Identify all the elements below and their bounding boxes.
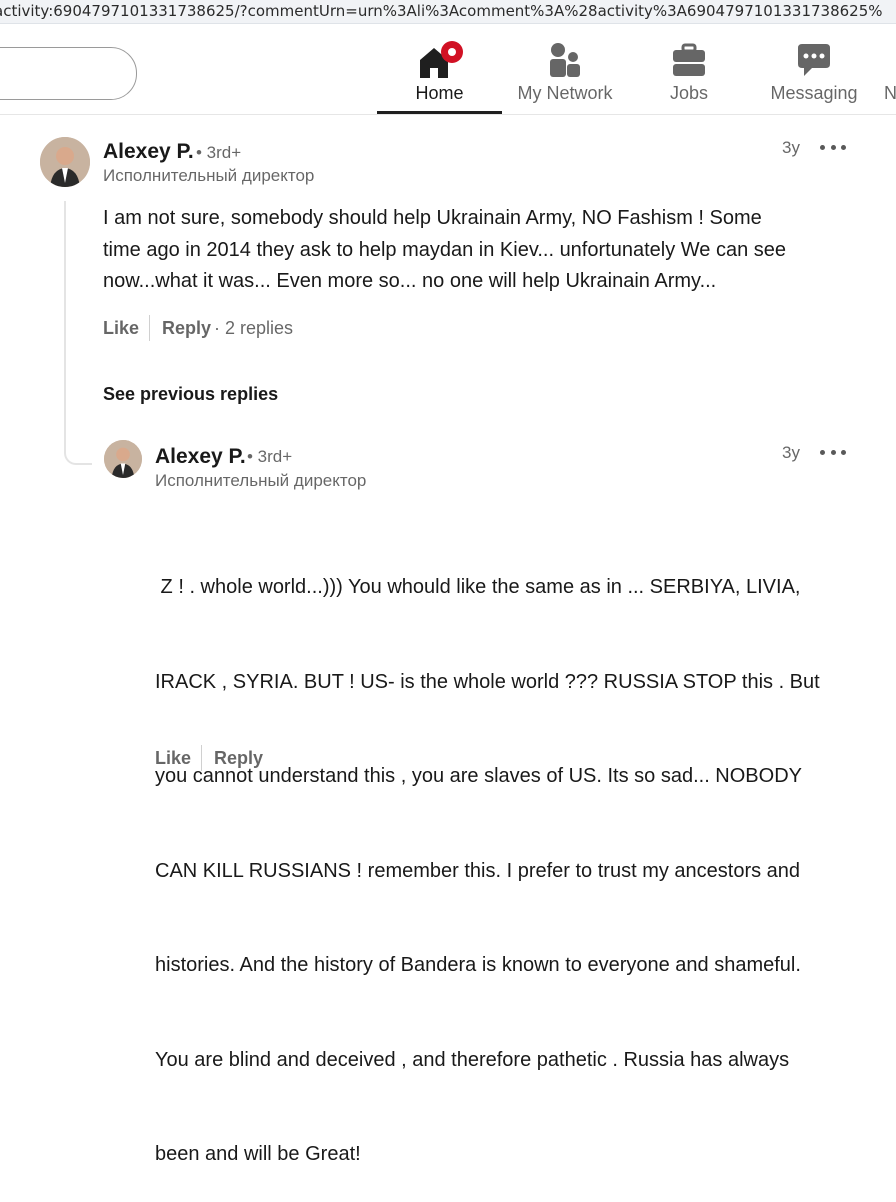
reply-line: Z ! . whole world...))) You whould like … xyxy=(155,576,801,598)
comment-author[interactable]: Alexey P. xyxy=(103,140,194,164)
comment-line: now...what it was... Even more so... no … xyxy=(103,270,717,292)
reply-like-button[interactable]: Like xyxy=(155,748,191,769)
nav-overflow[interactable]: N xyxy=(884,83,896,104)
comment-age: 3y xyxy=(782,138,800,157)
messaging-icon xyxy=(794,40,834,85)
reply-author[interactable]: Alexey P. xyxy=(155,445,246,469)
connection-degree: • 3rd+ xyxy=(196,143,242,162)
reply-text: Z ! . whole world...))) You whould like … xyxy=(155,509,875,1202)
nav-messaging[interactable]: Messaging xyxy=(752,36,876,114)
url-text: activity:6904797101331738625/?commentUrn… xyxy=(0,2,883,20)
reply-line: IRACK , SYRIA. BUT ! US- is the whole wo… xyxy=(155,670,820,693)
comment-text: I am not sure, somebody should help Ukra… xyxy=(103,203,873,298)
see-previous-replies-button[interactable]: See previous replies xyxy=(103,384,278,405)
network-icon xyxy=(545,40,585,85)
reply-reply-button[interactable]: Reply xyxy=(214,748,263,769)
active-indicator xyxy=(377,111,502,114)
reply-line: You are blind and deceived , and therefo… xyxy=(155,1048,790,1071)
briefcase-icon xyxy=(669,40,709,85)
reply-author-headline: Исполнительный директор xyxy=(155,471,367,490)
reply-button[interactable]: Reply xyxy=(162,318,211,339)
reply-action-divider xyxy=(201,745,202,771)
nav-my-network-label: My Network xyxy=(517,83,613,103)
comment-line: I am not sure, somebody should help Ukra… xyxy=(103,207,762,229)
home-icon xyxy=(414,40,466,87)
thread-line xyxy=(64,201,92,465)
replies-count[interactable]: · 2 replies xyxy=(214,318,293,339)
nav-home[interactable]: Home xyxy=(377,36,502,114)
like-button[interactable]: Like xyxy=(103,318,139,339)
reply-connection-degree: • 3rd+ xyxy=(247,447,293,466)
search-input[interactable] xyxy=(0,47,137,100)
reply-age: 3y xyxy=(782,443,800,462)
nav-home-label: Home xyxy=(415,83,464,103)
comment-line: time ago in 2014 they ask to help maydan… xyxy=(103,238,786,261)
global-nav: Home My Network Jobs Messaging N xyxy=(0,24,896,115)
nav-messaging-label: Messaging xyxy=(770,83,858,103)
more-options-icon[interactable] xyxy=(820,141,846,153)
reply-avatar[interactable] xyxy=(104,440,142,478)
nav-my-network[interactable]: My Network xyxy=(503,36,627,114)
reply-line: CAN KILL RUSSIANS ! remember this. I pre… xyxy=(155,859,801,882)
nav-jobs[interactable]: Jobs xyxy=(640,36,738,114)
reply-line: been and will be Great! xyxy=(155,1143,361,1165)
action-divider xyxy=(149,315,150,341)
reply-line: histories. And the history of Bandera is… xyxy=(155,954,801,976)
avatar[interactable] xyxy=(40,137,90,187)
author-headline: Исполнительный директор xyxy=(103,166,315,185)
address-bar[interactable]: activity:6904797101331738625/?commentUrn… xyxy=(0,0,896,24)
reply-more-options-icon[interactable] xyxy=(820,446,846,458)
nav-jobs-label: Jobs xyxy=(669,83,709,103)
